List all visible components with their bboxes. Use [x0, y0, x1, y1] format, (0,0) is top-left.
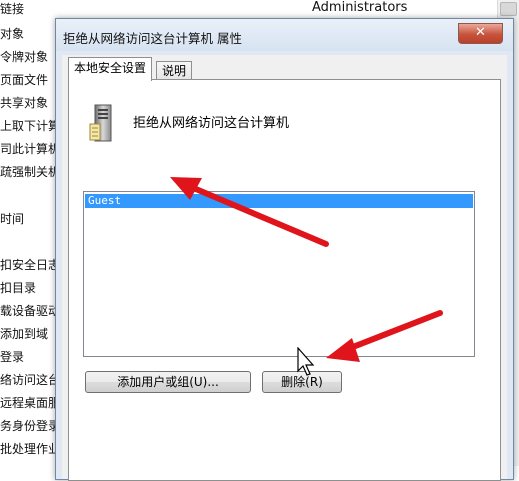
background-policy-item[interactable]: 时间 [0, 210, 24, 227]
background-policy-list: 链接 对象 令牌对象 页面文件 共享对象 上取下计算 司此计算机 疏强制关机 时… [0, 0, 60, 466]
close-icon: ✕ [475, 25, 486, 40]
background-policy-item[interactable]: 添加到域 [0, 325, 48, 342]
background-policy-item[interactable]: 扣目录 [0, 279, 36, 296]
server-policy-icon [89, 104, 112, 142]
background-policy-item[interactable]: 链接 [0, 0, 24, 17]
background-policy-item[interactable]: 络访问这台 [0, 371, 60, 388]
users-groups-listbox[interactable]: Guest [83, 191, 475, 357]
mouse-pointer-icon [297, 347, 315, 376]
background-policy-item[interactable]: 登录 [0, 348, 24, 365]
background-policy-item[interactable]: 务身份登录 [0, 417, 60, 434]
background-policy-item[interactable]: 共享对象 [0, 94, 48, 111]
tab-panel: 拒绝从网络访问这台计算机 Guest 添加用户或组(U)... 删除(R) [68, 79, 501, 481]
background-policy-item[interactable]: 司此计算机 [0, 140, 60, 157]
policy-heading: 拒绝从网络访问这台计算机 [133, 116, 290, 131]
add-user-or-group-button[interactable]: 添加用户或组(U)... [85, 371, 251, 393]
background-policy-item[interactable]: 令牌对象 [0, 48, 48, 65]
tab-explain[interactable]: 说明 [156, 61, 193, 80]
background-policy-item[interactable]: 上取下计算 [0, 117, 60, 134]
tab-local-security-setting[interactable]: 本地安全设置 [68, 57, 153, 81]
dialog-title: 拒绝从网络访问这台计算机 属性 [63, 31, 242, 46]
close-button[interactable]: ✕ [458, 23, 503, 44]
background-policy-item[interactable]: 扣安全日志 [0, 256, 60, 273]
list-item-guest[interactable]: Guest [85, 194, 473, 208]
background-policy-item[interactable]: 批处理作业 [0, 440, 60, 457]
background-policy-item[interactable]: 远程桌面服 [0, 394, 60, 411]
background-policy-item[interactable]: 载设备驱动 [0, 302, 60, 319]
background-policy-item[interactable]: 对象 [0, 25, 24, 42]
dialog-titlebar[interactable]: 拒绝从网络访问这台计算机 属性 ✕ [56, 19, 513, 51]
background-policy-item[interactable]: 疏强制关机 [0, 163, 60, 180]
properties-dialog: 拒绝从网络访问这台计算机 属性 ✕ 本地安全设置 说明 拒绝从网络访问这台计算机… [55, 18, 514, 481]
background-column-header: Administrators [312, 0, 408, 15]
background-policy-item[interactable]: 页面文件 [0, 71, 48, 88]
dialog-client-area: 本地安全设置 说明 拒绝从网络访问这台计算机 Guest 添加用户或组(U)..… [62, 55, 507, 481]
background-scroll-thumb[interactable] [500, 2, 517, 16]
